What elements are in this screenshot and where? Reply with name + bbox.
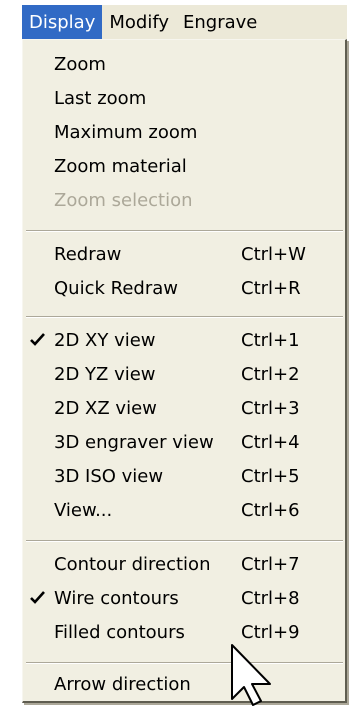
check-icon [30, 333, 45, 346]
menu-item-shortcut: Ctrl+8 [241, 588, 300, 609]
menu-item-label: 2D XZ view [54, 398, 157, 419]
menu-item-label: 3D engraver view [54, 432, 214, 453]
menu-separator [26, 316, 343, 318]
menu-item-shortcut: Ctrl+5 [241, 466, 300, 487]
menu-item-label: Last zoom [54, 88, 147, 109]
menu-item-shortcut: Ctrl+7 [241, 554, 300, 575]
menu-item-label: Quick Redraw [54, 278, 178, 299]
menu-item-label: Arrow direction [54, 674, 191, 695]
menu-separator [26, 540, 343, 542]
menu-item-shortcut: Ctrl+1 [241, 330, 300, 351]
menu-item-label: Zoom selection [54, 190, 193, 211]
menu-item-shortcut: Ctrl+R [241, 278, 301, 299]
mouse-pointer-icon [231, 644, 271, 706]
check-icon [30, 591, 45, 604]
display-dropdown-menu: Zoom Last zoom Maximum zoom Zoom materia… [22, 39, 347, 703]
menu-item-label: Zoom [54, 54, 106, 75]
menu-item-shortcut: Ctrl+W [241, 244, 306, 265]
menu-modify[interactable]: Modify [102, 5, 176, 39]
menu-item-label: Filled contours [54, 622, 185, 643]
menu-item-shortcut: Ctrl+4 [241, 432, 300, 453]
menu-item-label: 3D ISO view [54, 466, 164, 487]
menu-item-shortcut: Ctrl+9 [241, 622, 300, 643]
menu-item-label: 2D XY view [54, 330, 156, 351]
menu-item-shortcut: Ctrl+2 [241, 364, 300, 385]
menu-engrave[interactable]: Engrave [176, 5, 264, 39]
menu-separator [26, 230, 343, 232]
menu-separator [26, 662, 343, 664]
menu-item-shortcut: Ctrl+6 [241, 500, 300, 521]
menu-item-shortcut: Ctrl+3 [241, 398, 300, 419]
menu-item-label: Wire contours [54, 588, 179, 609]
menu-item-label: Contour direction [54, 554, 211, 575]
menu-item-label: 2D YZ view [54, 364, 156, 385]
menu-item-label: View... [54, 500, 113, 521]
menu-display[interactable]: Display [22, 5, 103, 39]
menu-bar: Display Modify Engrave [22, 5, 347, 39]
menu-item-label: Zoom material [54, 156, 187, 177]
menu-item-label: Redraw [54, 244, 122, 265]
menu-item-label: Maximum zoom [54, 122, 198, 143]
